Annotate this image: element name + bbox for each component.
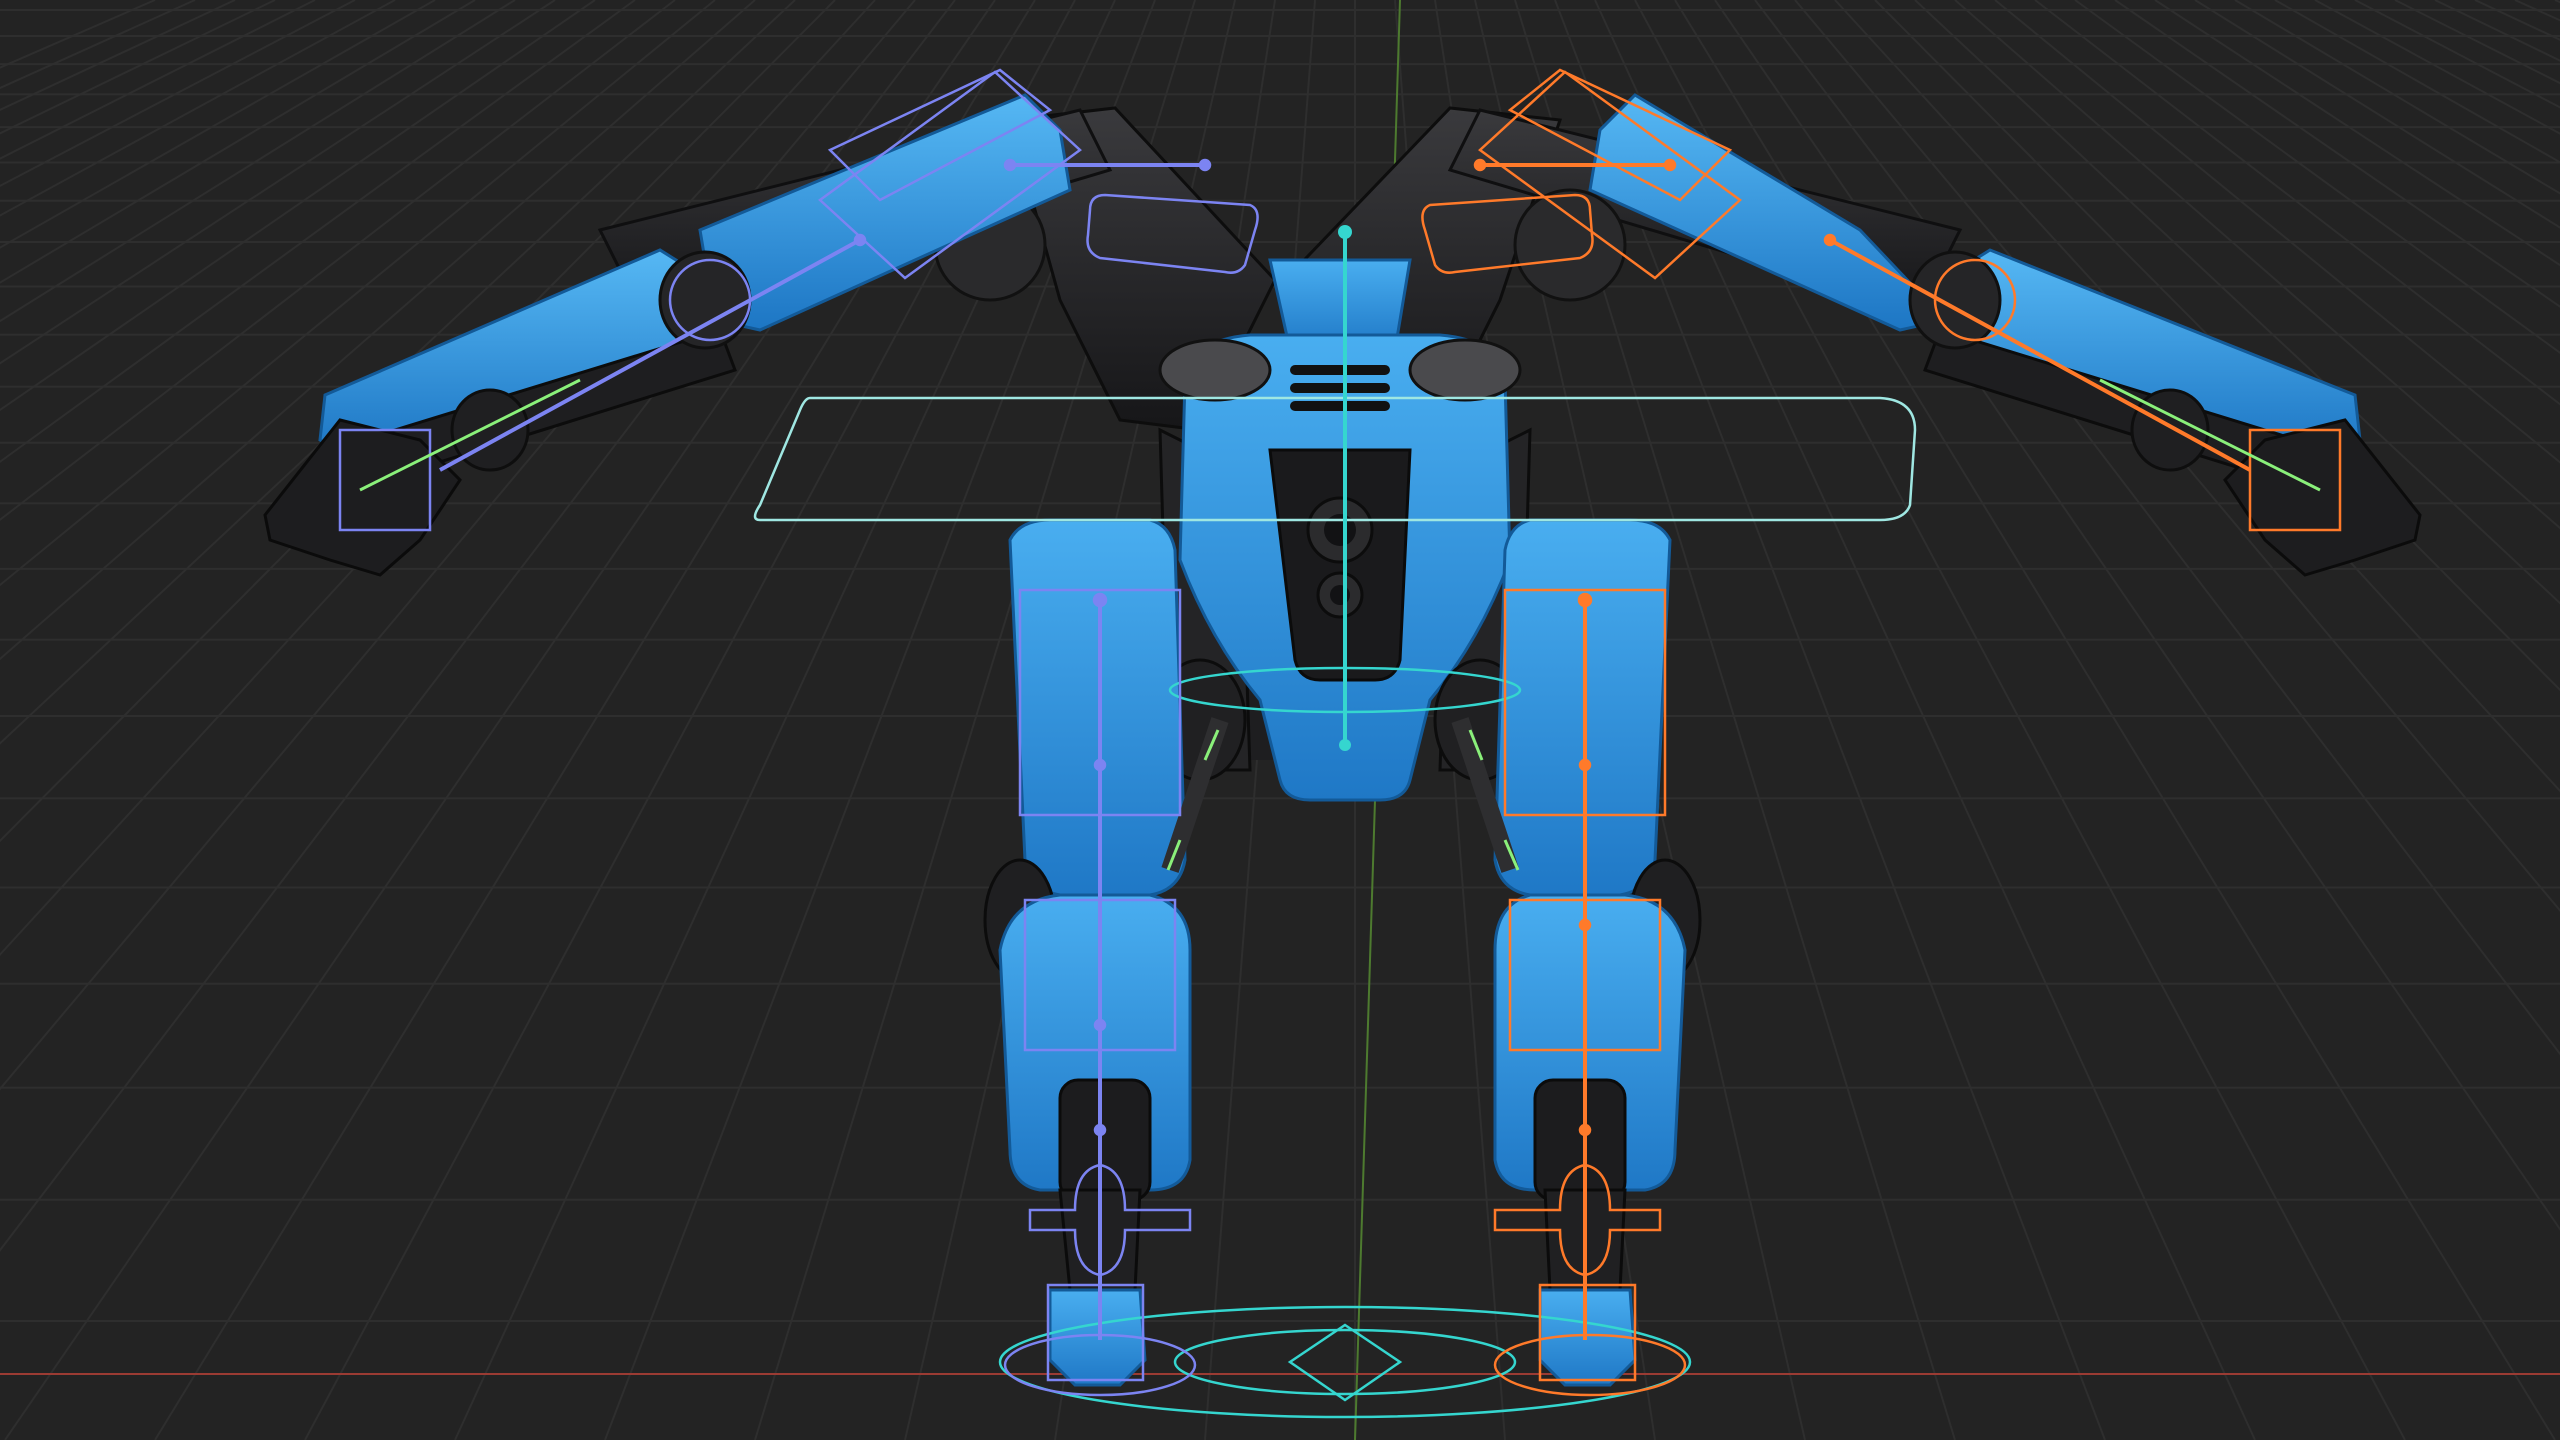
- torso-vent: [1290, 365, 1390, 411]
- right-thigh-shell[interactable]: [1493, 518, 1672, 897]
- left-shoulder-cap[interactable]: [1158, 338, 1272, 402]
- right-shoulder-cap[interactable]: [1408, 338, 1522, 402]
- viewport-canvas[interactable]: [0, 0, 2560, 1440]
- root-control-inner[interactable]: [1173, 1328, 1517, 1396]
- left-leg[interactable]: [983, 518, 1192, 1387]
- 3d-viewport[interactable]: [0, 0, 2560, 1440]
- left-thigh-shell[interactable]: [1008, 518, 1187, 897]
- right-leg[interactable]: [1493, 518, 1702, 1387]
